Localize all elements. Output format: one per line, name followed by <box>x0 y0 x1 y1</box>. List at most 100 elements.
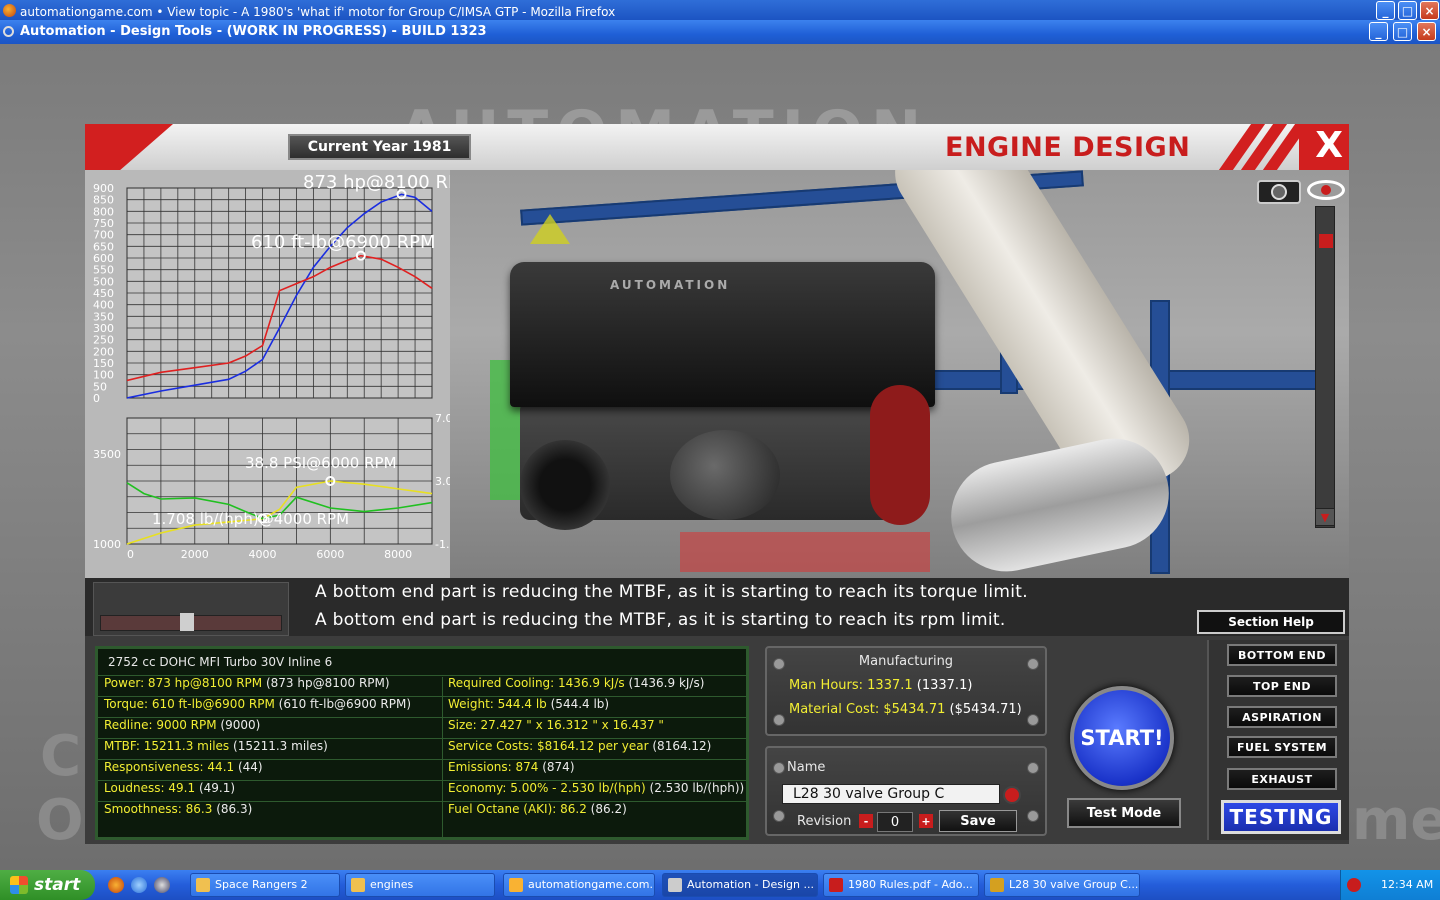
revision-decrement-button[interactable]: - <box>859 814 873 828</box>
taskbar-item-icon <box>196 878 210 892</box>
firefox-close-button[interactable]: × <box>1420 1 1439 20</box>
nav-exhaust[interactable]: EXHAUST <box>1227 768 1337 790</box>
stat-row: Size: 27.427 " x 16.312 " x 16.437 " <box>442 717 746 738</box>
material-cost-label: Material Cost: $5434.71 <box>789 702 946 717</box>
firefox-minimize-button[interactable]: _ <box>1376 1 1395 20</box>
engine-description: 2752 cc DOHC MFI Turbo 30V Inline 6 <box>108 655 333 669</box>
stat-row: Power: 873 hp@8100 RPM (873 hp@8100 RPM) <box>98 675 442 696</box>
bolt-icon <box>1027 810 1039 822</box>
right-tick-label: -1.0 <box>435 538 450 551</box>
slider-handle[interactable] <box>180 613 194 631</box>
stat-label: Loudness: 49.1 <box>104 781 196 795</box>
stat-row: Required Cooling: 1436.9 kJ/s (1436.9 kJ… <box>442 675 746 696</box>
firefox-icon <box>3 4 16 17</box>
taskbar-item[interactable]: L28 30 valve Group C... <box>984 873 1140 897</box>
eye-icon[interactable] <box>1307 180 1345 200</box>
taskbar-item-label: 1980 Rules.pdf - Ado... <box>848 878 973 891</box>
media-quicklaunch-icon[interactable] <box>154 877 170 893</box>
firefox-quicklaunch-icon[interactable] <box>108 877 124 893</box>
app-minimize-button[interactable]: _ <box>1369 22 1388 41</box>
firefox-maximize-button[interactable]: □ <box>1398 1 1417 20</box>
panel-header: Current Year 1981 ENGINE DESIGN X <box>85 124 1349 172</box>
stat-label: Fuel Octane (AKI): 86.2 <box>448 802 587 816</box>
nav-bottom-end[interactable]: BOTTOM END <box>1227 644 1337 666</box>
zoom-scrollbar-thumb[interactable] <box>1319 234 1333 248</box>
man-hours-label: Man Hours: 1337.1 <box>789 678 913 693</box>
zoom-scrollbar[interactable] <box>1315 206 1335 528</box>
app-close-button[interactable]: × <box>1417 22 1436 41</box>
name-label: Name <box>787 760 826 775</box>
tray-app-icon[interactable] <box>1347 878 1361 892</box>
app-titlebar: Automation - Design Tools - (WORK IN PRO… <box>0 20 1440 44</box>
stat-row: Responsiveness: 44.1 (44) <box>98 759 442 780</box>
stat-label: Emissions: 874 <box>448 760 539 774</box>
gizmo-arrow-x <box>680 532 930 572</box>
taskbar-item[interactable]: Space Rangers 2 <box>190 873 340 897</box>
stat-label: MTBF: 15211.3 miles <box>104 739 230 753</box>
left-tick-label: 3500 <box>93 448 121 461</box>
manufacturing-title: Manufacturing <box>858 654 954 669</box>
section-help-button[interactable]: Section Help <box>1197 610 1345 634</box>
test-mode-button[interactable]: Test Mode <box>1067 798 1181 828</box>
engine-3d-viewport[interactable]: AUTOMATION ▲ ▼ <box>450 170 1349 578</box>
turbocharger <box>670 430 780 520</box>
nav-fuel-system[interactable]: FUEL SYSTEM <box>1227 736 1337 758</box>
taskbar-item[interactable]: engines <box>345 873 495 897</box>
zoom-down-button[interactable]: ▼ <box>1315 508 1335 526</box>
stat-value: (873 hp@8100 RPM) <box>265 676 390 690</box>
save-button[interactable]: Save <box>939 810 1017 832</box>
x-tick-label: 0 <box>127 548 134 561</box>
message-bar: A bottom end part is reducing the MTBF, … <box>85 578 1349 636</box>
taskbar-item[interactable]: 1980 Rules.pdf - Ado... <box>823 873 979 897</box>
firefox-window-title: automationgame.com • View topic - A 1980… <box>20 5 616 19</box>
taskbar-item-label: engines <box>370 878 414 891</box>
left-tick-label: 1000 <box>93 538 121 551</box>
bolt-icon <box>1027 762 1039 774</box>
camera-icon[interactable] <box>1257 180 1301 204</box>
current-year-label: Current Year 1981 <box>288 134 471 160</box>
engine-name-input[interactable] <box>782 784 1000 804</box>
ie-quicklaunch-icon[interactable] <box>131 877 147 893</box>
nav-top-end[interactable]: TOP END <box>1227 675 1337 697</box>
manufacturing-panel: Manufacturing Man Hours: 1337.1 (1337.1)… <box>765 646 1047 736</box>
background-watermark-left: C <box>40 724 82 789</box>
stat-label: Weight: 544.4 lb <box>448 697 547 711</box>
windows-logo-icon <box>10 876 28 894</box>
right-tick-label: 7.0 <box>435 412 450 425</box>
taskbar: start Space Rangers 2 engines automationga… <box>0 870 1440 900</box>
stat-label: Service Costs: $8164.12 per year <box>448 739 649 753</box>
warning-message: A bottom end part is reducing the MTBF, … <box>315 610 1006 630</box>
hp-peak-label: 873 hp@8100 RPM <box>303 172 450 193</box>
start-button[interactable]: START! <box>1070 686 1174 790</box>
taskbar-item[interactable]: Automation - Design ... <box>662 873 818 897</box>
nav-testing[interactable]: TESTING <box>1221 800 1341 834</box>
fuel-consumption-label: 1.708 lb/(hph)@4000 RPM <box>152 510 349 528</box>
app-maximize-button[interactable]: □ <box>1393 22 1412 41</box>
clear-name-icon[interactable] <box>1003 786 1021 804</box>
close-panel-button[interactable]: X <box>1315 125 1343 166</box>
stat-row: Emissions: 874 (874) <box>442 759 746 780</box>
stat-label: Size: 27.427 " x 16.312 " x 16.437 " <box>448 718 664 732</box>
bolt-icon <box>773 762 785 774</box>
torque-peak-label: 610 ft-lb@6900 RPM <box>251 232 436 253</box>
app-window-title: Automation - Design Tools - (WORK IN PRO… <box>20 24 487 39</box>
revision-increment-button[interactable]: + <box>919 814 933 828</box>
stat-value: (874) <box>542 760 575 774</box>
start-menu-button[interactable]: start <box>0 870 95 900</box>
stat-value: (49.1) <box>198 781 236 795</box>
firefox-titlebar: automationgame.com • View topic - A 1980… <box>0 0 1440 20</box>
app-icon <box>3 26 14 37</box>
stat-value: (44) <box>237 760 263 774</box>
stat-label: Economy: 5.00% - 2.530 lb/(hph) <box>448 781 646 795</box>
boost-fuel-chart: 3500 1000 7.0 3.0 -1.0 0 2000 4000 6000 8000 38.8… <box>85 408 450 578</box>
taskbar-item-label: Automation - Design ... <box>687 878 814 891</box>
taskbar-item[interactable]: automationgame.com... <box>503 873 655 897</box>
stat-value: (2.530 lb/(hph)) <box>649 781 745 795</box>
bolt-icon <box>773 714 785 726</box>
x-tick-label: 8000 <box>384 548 412 561</box>
stat-value: (86.3) <box>216 802 253 816</box>
stat-row: Fuel Octane (AKI): 86.2 (86.2) <box>442 801 746 822</box>
clock: 12:34 AM <box>1381 878 1434 891</box>
nav-aspiration[interactable]: ASPIRATION <box>1227 706 1337 728</box>
start-label: start <box>34 875 81 895</box>
